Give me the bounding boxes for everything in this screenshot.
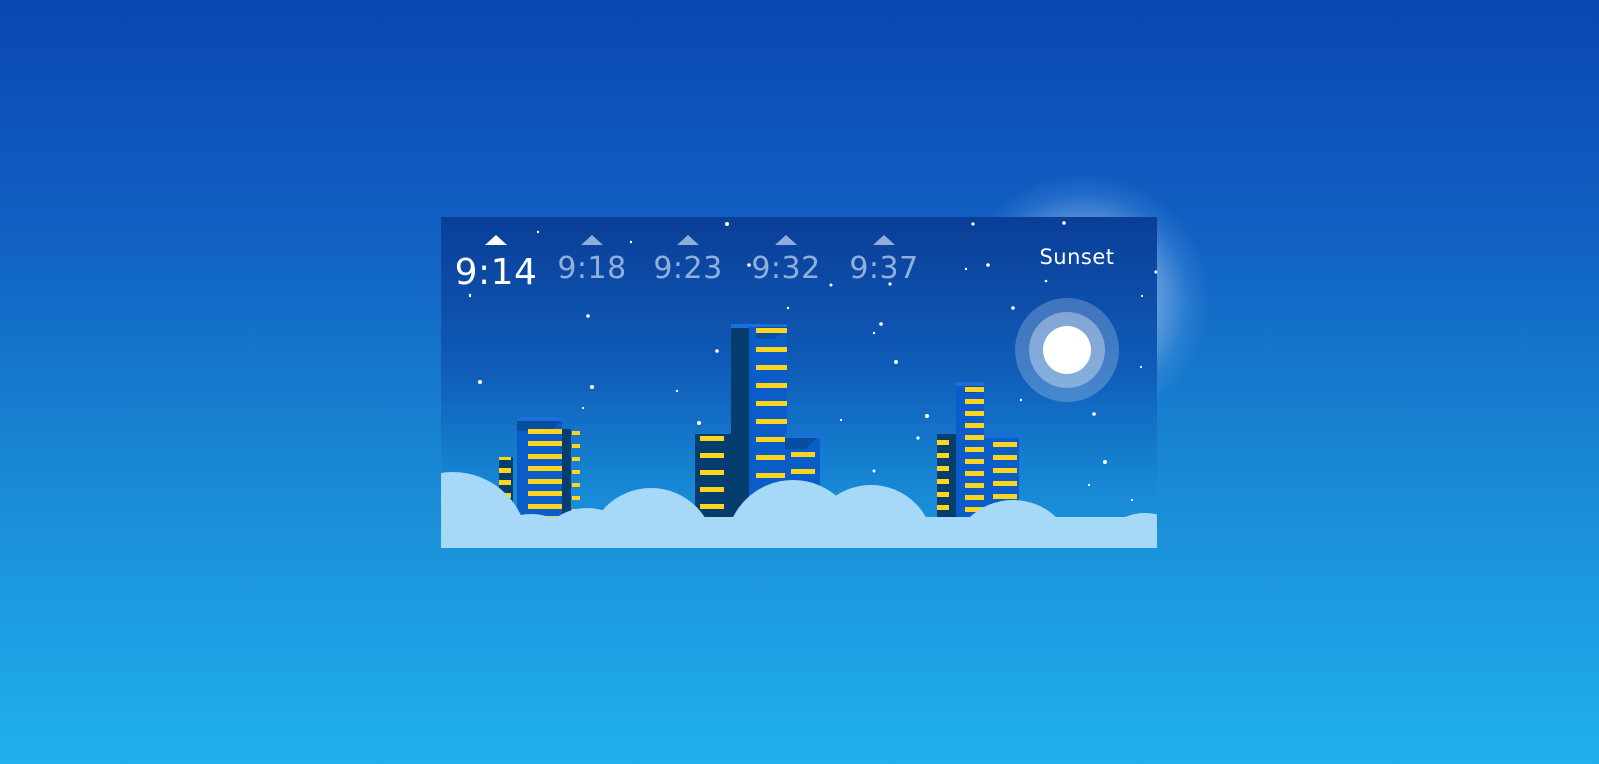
sunset-widget: 9:14 9:18 9:23 9:32 9:37 Sunset [441, 217, 1157, 548]
city-scene [441, 221, 1157, 548]
